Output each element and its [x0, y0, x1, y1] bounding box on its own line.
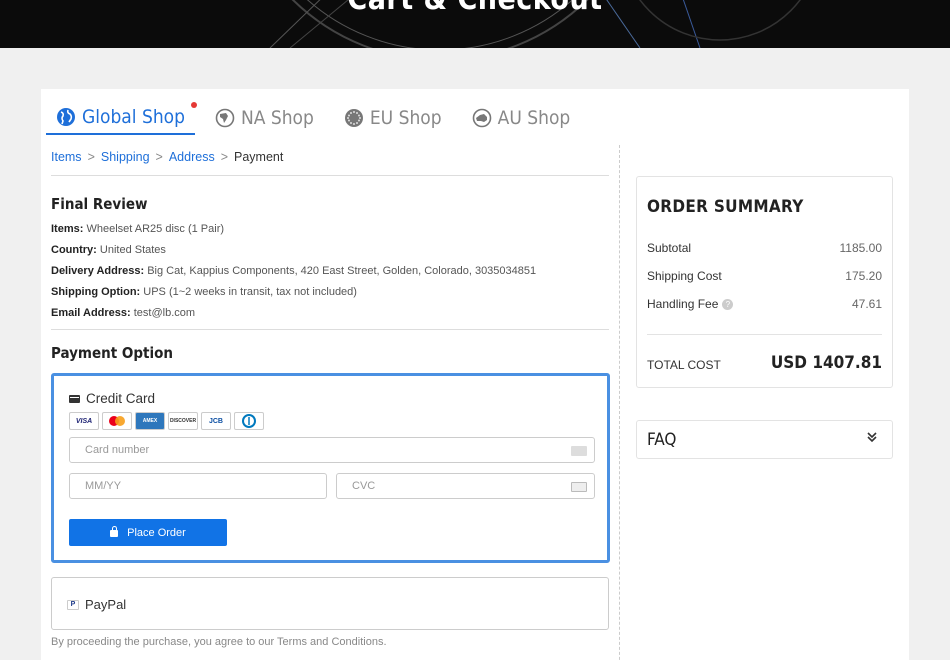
tab-global-shop[interactable]: Global Shop [46, 101, 197, 135]
payment-option-title: Payment Option [51, 344, 173, 362]
shipping-cost-row: Shipping Cost 175.20 [647, 269, 882, 283]
subtotal-value: 1185.00 [839, 241, 883, 255]
tab-eu-shop[interactable]: EU Shop [344, 101, 442, 135]
amex-logo: AMEX [135, 412, 165, 430]
divider [51, 329, 609, 330]
handling-fee-value: 47.61 [851, 297, 882, 311]
paypal-label: PayPal [85, 597, 127, 612]
total-cost-label: TOTAL COST [647, 358, 721, 372]
breadcrumb-items[interactable]: Items [51, 150, 82, 164]
page-title: Cart & Checkout [0, 0, 950, 17]
hero-banner: Cart & Checkout [0, 0, 950, 48]
paypal-header: P PayPal [67, 597, 126, 612]
credit-card-option[interactable]: Credit Card VISA AMEX DISCOVER JCB Card … [51, 373, 610, 563]
breadcrumb-separator: > [87, 150, 95, 164]
lock-icon [110, 526, 119, 537]
discover-logo: DISCOVER [168, 412, 198, 430]
column-divider [619, 145, 620, 660]
divider [51, 175, 609, 176]
credit-card-label: Credit Card [86, 391, 156, 406]
australia-icon [472, 108, 491, 128]
cvc-icon [571, 482, 587, 492]
faq-toggle[interactable]: FAQ [636, 420, 893, 459]
credit-card-icon [69, 394, 80, 403]
total-cost-value: USD 1407.81 [770, 353, 882, 373]
final-review-title: Final Review [51, 195, 148, 213]
tab-label: NA Shop [240, 107, 314, 129]
help-icon[interactable]: ? [722, 298, 734, 310]
review-items: Items: Wheelset AR25 disc (1 Pair) [51, 223, 225, 235]
final-review: Items: Wheelset AR25 disc (1 Pair) Count… [51, 219, 536, 324]
jcb-logo: JCB [201, 412, 231, 430]
terms-text: By proceeding the purchase, you agree to… [51, 636, 387, 648]
shipping-cost-value: 175.20 [845, 269, 882, 283]
mastercard-logo [102, 412, 132, 430]
review-shipping-option: Shipping Option: UPS (1~2 weeks in trans… [51, 286, 357, 298]
north-america-icon [215, 108, 235, 128]
place-order-button[interactable]: Place Order [69, 519, 227, 546]
review-email: Email Address: test@lb.com [51, 307, 196, 319]
order-summary-title: ORDER SUMMARY [647, 197, 804, 217]
credit-card-header: Credit Card [69, 391, 155, 406]
subtotal-label: Subtotal [647, 241, 692, 255]
card-number-input[interactable]: Card number [69, 437, 595, 463]
breadcrumb-current: Payment [234, 150, 284, 164]
breadcrumb-separator: > [220, 150, 229, 164]
visa-logo: VISA [69, 412, 99, 430]
tab-label: Global Shop [82, 106, 185, 128]
breadcrumb-address[interactable]: Address [169, 150, 215, 164]
breadcrumb-separator: > [155, 150, 163, 164]
shop-tabs: Global Shop NA Shop EU Shop AU Shop [46, 101, 600, 135]
handling-fee-label: Handling Fee [647, 297, 719, 311]
breadcrumb: Items > Shipping > Address > Payment [51, 150, 283, 164]
tab-na-shop[interactable]: NA Shop [215, 101, 314, 135]
breadcrumb-shipping[interactable]: Shipping [101, 150, 150, 164]
diners-logo [234, 412, 264, 430]
expiry-input[interactable]: MM/YY [69, 473, 327, 499]
faq-title: FAQ [647, 430, 677, 450]
paypal-icon: P [67, 599, 79, 610]
tab-label: AU Shop [497, 107, 571, 129]
checkout-card: Global Shop NA Shop EU Shop AU Shop Item… [41, 89, 909, 660]
paypal-option[interactable]: P PayPal [51, 577, 609, 630]
eu-icon [344, 109, 363, 127]
tab-au-shop[interactable]: AU Shop [472, 101, 571, 135]
cvc-input[interactable]: CVC [336, 473, 595, 499]
card-icon [571, 446, 587, 456]
handling-fee-row: Handling Fee ? 47.61 [647, 297, 882, 311]
place-order-label: Place Order [127, 526, 186, 539]
tab-label: EU Shop [369, 107, 442, 129]
review-delivery-address: Delivery Address: Big Cat, Kappius Compo… [51, 265, 537, 277]
chevron-down-icon [867, 432, 877, 443]
divider [647, 334, 882, 335]
notification-dot [190, 102, 197, 108]
globe-icon [57, 108, 75, 126]
review-country: Country: United States [51, 244, 166, 256]
card-logos: VISA AMEX DISCOVER JCB [69, 412, 264, 430]
order-summary: ORDER SUMMARY Subtotal 1185.00 Shipping … [636, 176, 893, 388]
shipping-cost-label: Shipping Cost [647, 269, 722, 283]
subtotal-row: Subtotal 1185.00 [647, 241, 882, 255]
